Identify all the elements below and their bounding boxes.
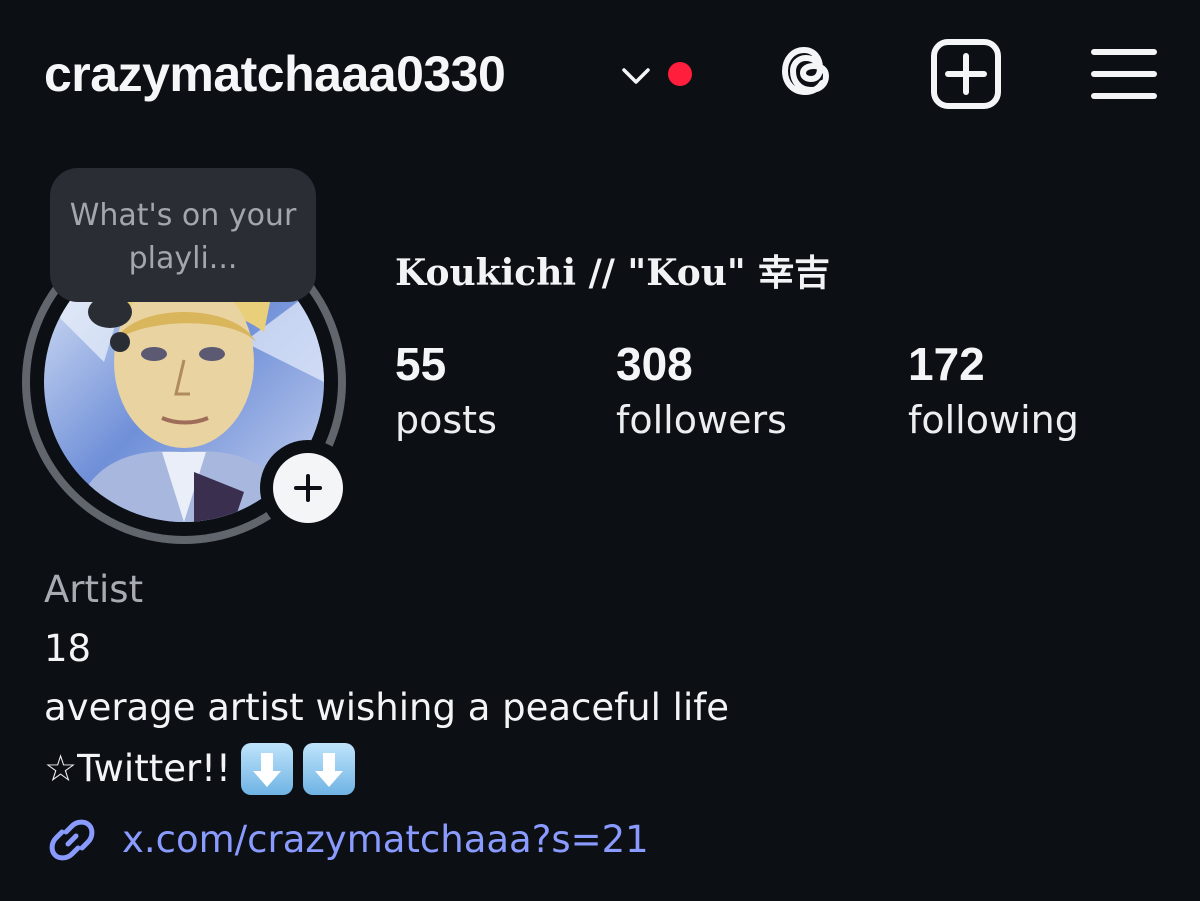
note-tail-dot — [110, 332, 130, 352]
note-bubble[interactable]: What's on your playli... — [50, 168, 316, 302]
following-label: following — [908, 398, 1079, 442]
add-story-button[interactable] — [260, 440, 356, 536]
followers-label: followers — [616, 398, 787, 442]
link-icon — [49, 819, 95, 861]
menu-icon[interactable] — [1088, 38, 1160, 110]
posts-count: 55 — [395, 338, 447, 390]
create-post-icon[interactable] — [930, 38, 1002, 110]
posts-label: posts — [395, 398, 497, 442]
profile-category: Artist — [44, 568, 144, 611]
followers-count: 308 — [616, 338, 693, 390]
display-name: Koukichi // "Kou" 幸吉 — [395, 252, 831, 294]
bio-line: average artist wishing a peaceful life — [44, 686, 730, 729]
username[interactable]: crazymatchaaa0330 — [44, 44, 506, 104]
down-arrow-emoji-icon — [302, 743, 355, 795]
top-bar: crazymatchaaa0330 — [0, 0, 1200, 150]
posts-stat[interactable]: 55 posts — [395, 336, 497, 448]
bio-line-text: ☆Twitter!! — [44, 747, 231, 790]
chevron-down-icon[interactable] — [618, 60, 654, 90]
threads-icon[interactable] — [774, 38, 846, 110]
bio-link-text[interactable]: x.com/crazymatchaaa?s=21 — [122, 812, 649, 868]
following-count: 172 — [908, 338, 985, 390]
note-tail — [88, 296, 132, 328]
followers-stat[interactable]: 308 followers — [616, 336, 787, 448]
down-arrow-emoji-icon — [240, 743, 293, 795]
note-text: What's on your playli... — [69, 198, 297, 276]
bio-line: ☆Twitter!! — [44, 743, 355, 795]
plus-icon — [294, 474, 322, 502]
bio-line: 18 — [44, 627, 92, 670]
notification-dot — [668, 62, 692, 86]
bio-link[interactable]: x.com/crazymatchaaa?s=21 — [44, 812, 649, 868]
following-stat[interactable]: 172 following — [908, 336, 1079, 448]
